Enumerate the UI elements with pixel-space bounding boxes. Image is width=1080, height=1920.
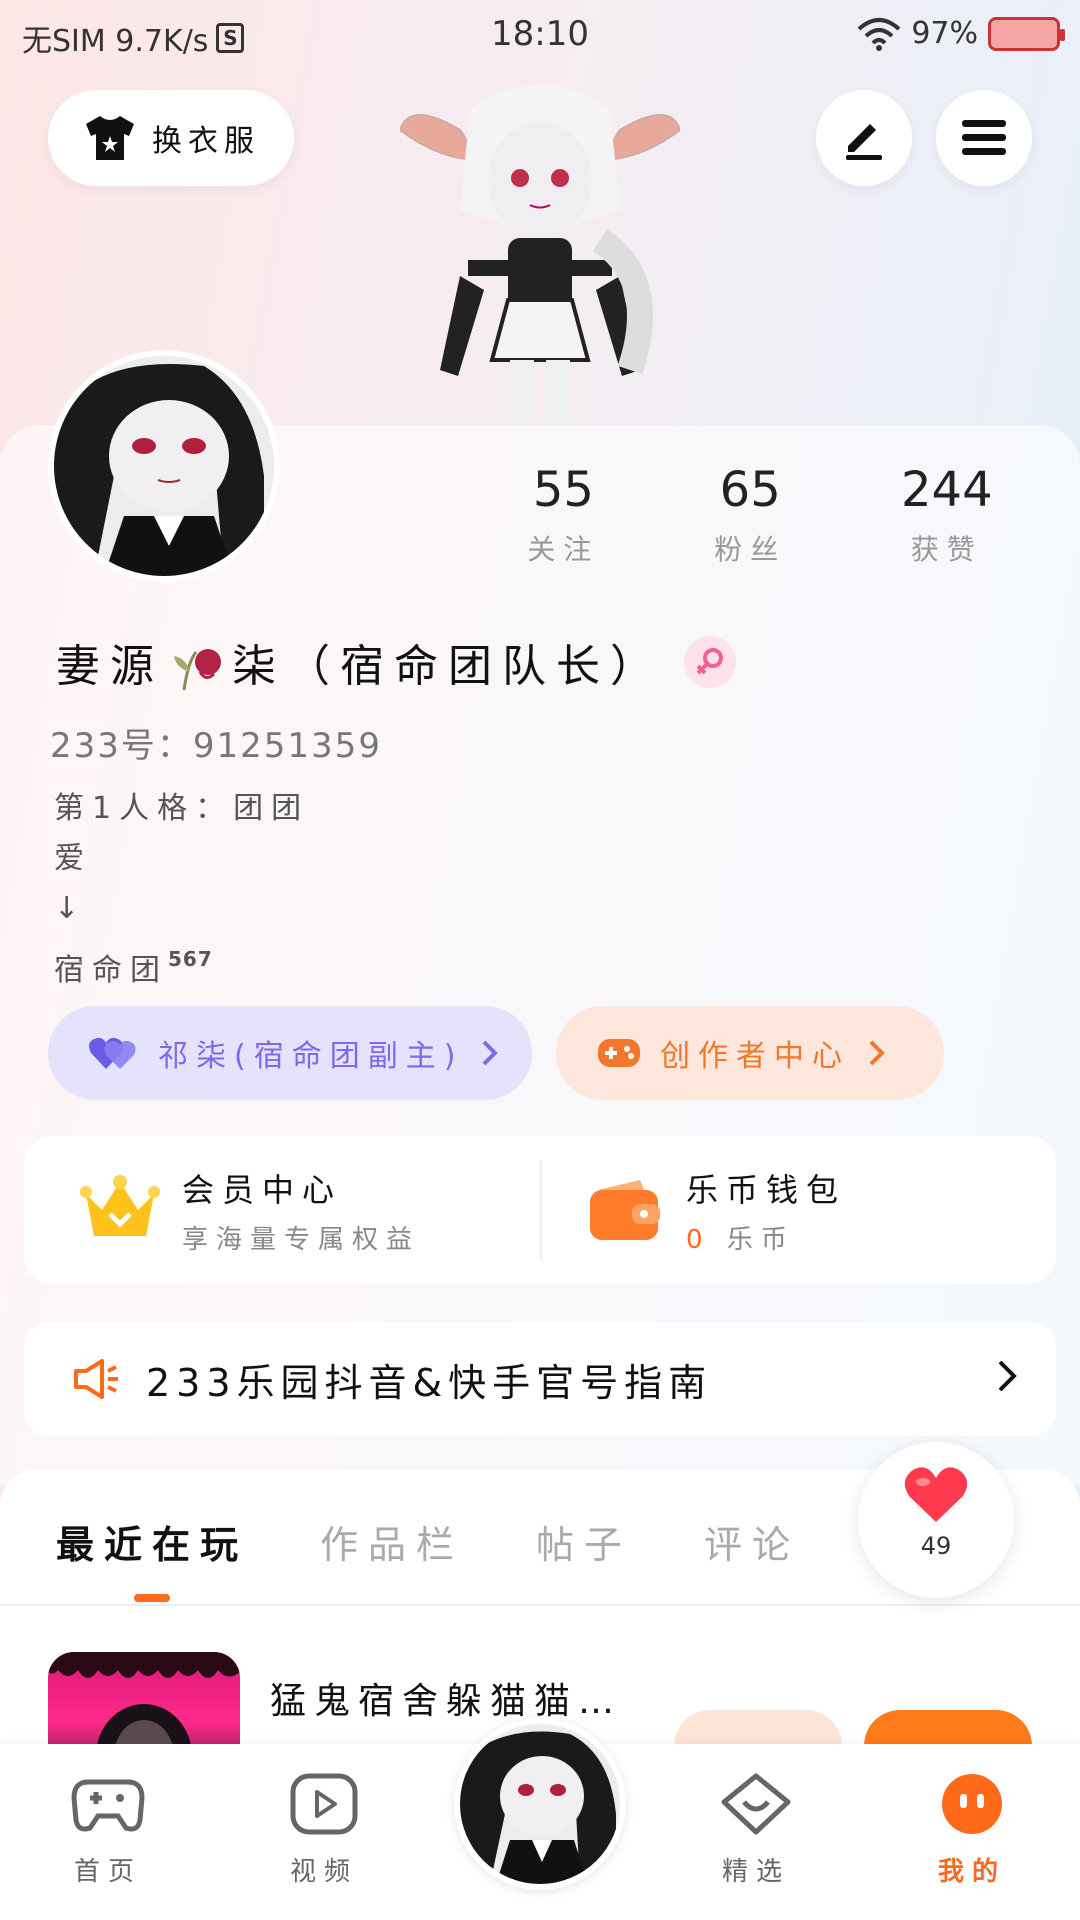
chevron-right-icon xyxy=(483,1040,499,1066)
pen-icon xyxy=(846,124,882,160)
face-icon xyxy=(942,1774,1002,1834)
stat-following[interactable]: 55 关注 xyxy=(527,462,599,568)
nickname: 妻源 柒（宿命团队长） xyxy=(56,630,736,694)
crown-icon xyxy=(80,1175,160,1236)
heart-badge-icon xyxy=(721,1773,791,1835)
status-indicators: 97% xyxy=(857,16,1065,51)
stat-following-label: 关注 xyxy=(527,533,600,566)
nickname-part2: 柒（宿命团队长） xyxy=(232,641,664,692)
wallet-icon xyxy=(590,1180,660,1240)
like-button[interactable]: 49 xyxy=(858,1442,1014,1598)
stat-likes-value: 244 xyxy=(900,462,993,518)
tab-recent[interactable]: 最近在玩 xyxy=(56,1514,248,1569)
tab-bar: 最近在玩 作品栏 帖子 评论 xyxy=(56,1514,800,1569)
nav-featured[interactable]: 精选 xyxy=(676,1772,836,1888)
announcement-bar[interactable]: 233乐园抖音&快手官号指南 xyxy=(24,1322,1056,1436)
vip-divider xyxy=(540,1160,542,1260)
status-bar: 无SIM 9.7K/s S 18:10 97% xyxy=(0,0,1080,72)
avatar[interactable] xyxy=(48,350,280,582)
partner-label: 祁柒(宿命团副主) xyxy=(158,1039,464,1074)
nav-featured-label: 精选 xyxy=(721,1857,790,1887)
bio-sup: 567 xyxy=(168,947,213,971)
gamepad-icon xyxy=(71,1779,145,1832)
female-icon xyxy=(696,648,723,675)
creator-center-label: 创作者中心 xyxy=(660,1039,850,1074)
nav-mine-label: 我的 xyxy=(937,1857,1006,1887)
chevron-right-icon xyxy=(998,1360,1017,1392)
member-center-subtitle: 享海量专属权益 xyxy=(182,1224,421,1255)
like-count: 49 xyxy=(920,1532,952,1560)
megaphone-icon xyxy=(74,1359,118,1399)
center-avatar-button[interactable] xyxy=(454,1718,626,1890)
tab-posts[interactable]: 帖子 xyxy=(536,1514,632,1569)
play-icon xyxy=(290,1773,358,1835)
bio: 第1人格：团团 爱 ↓ 宿命团567 xyxy=(54,784,309,996)
bio-line-4-wrap: 宿命团567 xyxy=(54,934,309,996)
avatar-character-figure[interactable] xyxy=(400,70,680,430)
nav-home-label: 首页 xyxy=(73,1857,142,1887)
stat-fans[interactable]: 65 粉丝 xyxy=(714,462,786,568)
tab-comments[interactable]: 评论 xyxy=(704,1514,800,1569)
announcement-text: 233乐园抖音&快手官号指南 xyxy=(146,1360,713,1405)
battery-icon xyxy=(988,16,1065,51)
member-center-title: 会员中心 xyxy=(182,1170,343,1209)
nav-video-label: 视频 xyxy=(289,1857,358,1887)
bio-line-2: 爱 xyxy=(54,841,92,876)
stat-fans-value: 65 xyxy=(719,462,781,518)
menu-button[interactable] xyxy=(936,90,1032,186)
tab-divider xyxy=(0,1604,1080,1606)
wifi-icon xyxy=(857,17,901,51)
tshirt-icon xyxy=(86,116,134,160)
bio-line-4: 宿命团 xyxy=(54,953,168,988)
partner-button[interactable]: 祁柒(宿命团副主) xyxy=(48,1006,532,1100)
wallet-entry[interactable]: 乐币钱包 0 乐币 xyxy=(588,1136,846,1284)
bio-line-3: ↓ xyxy=(54,891,88,926)
tab-active-indicator xyxy=(134,1594,170,1602)
bio-line-1: 第1人格：团团 xyxy=(54,791,310,826)
menu-icon xyxy=(962,120,1006,155)
profile-stats: 55 关注 65 粉丝 244 获赞 xyxy=(470,462,1050,568)
edit-profile-button[interactable] xyxy=(816,90,912,186)
nav-video[interactable]: 视频 xyxy=(244,1772,404,1888)
stat-likes[interactable]: 244 获赞 xyxy=(901,462,993,568)
change-outfit-button[interactable]: 换衣服 xyxy=(48,90,294,186)
wallet-balance: 0 乐币 xyxy=(686,1219,846,1256)
member-center-entry[interactable]: 会员中心 享海量专属权益 xyxy=(80,1136,420,1284)
vip-wallet-card: 会员中心 享海量专属权益 乐币钱包 0 乐币 xyxy=(24,1136,1056,1284)
stat-following-value: 55 xyxy=(532,462,594,518)
stat-fans-label: 粉丝 xyxy=(714,533,787,566)
change-outfit-label: 换衣服 xyxy=(152,124,260,159)
wilted-rose-icon xyxy=(174,649,221,691)
avatar-image xyxy=(460,1724,620,1884)
gender-badge xyxy=(684,636,736,688)
nav-home[interactable]: 首页 xyxy=(28,1772,188,1888)
double-heart-icon xyxy=(89,1037,136,1069)
wallet-amount: 0 xyxy=(686,1224,711,1255)
nav-mine[interactable]: 我的 xyxy=(892,1772,1052,1888)
stat-likes-label: 获赞 xyxy=(910,533,983,566)
battery-text: 97% xyxy=(911,16,978,51)
game-title: 猛鬼宿舍躲猫猫… xyxy=(270,1681,623,1722)
avatar-image xyxy=(54,356,274,576)
user-id: 233号：91251359 xyxy=(50,726,382,766)
chevron-right-icon xyxy=(869,1040,885,1066)
wallet-unit: 乐币 xyxy=(726,1224,795,1255)
tab-works[interactable]: 作品栏 xyxy=(320,1514,464,1569)
wallet-title: 乐币钱包 xyxy=(686,1170,847,1209)
gamepad-icon xyxy=(598,1039,640,1067)
nickname-part1: 妻源 xyxy=(56,641,164,692)
creator-center-button[interactable]: 创作者中心 xyxy=(556,1006,944,1100)
heart-icon xyxy=(904,1467,968,1522)
